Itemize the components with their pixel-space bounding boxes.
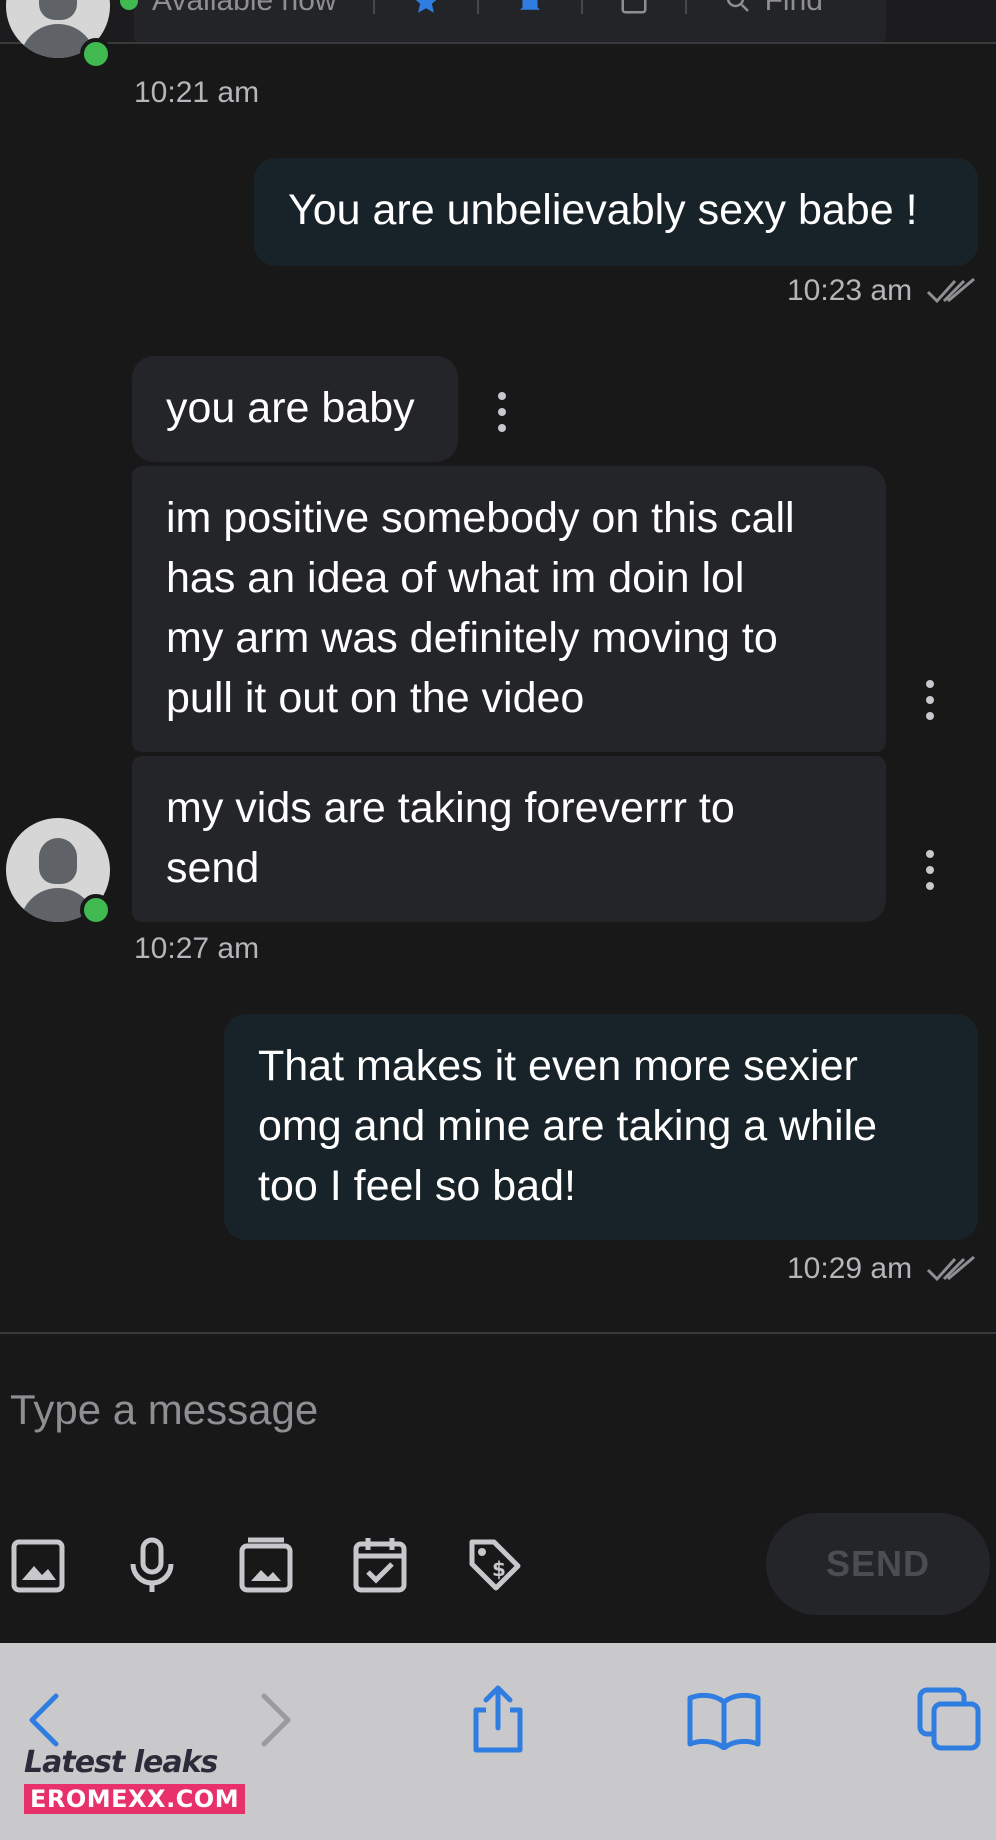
svg-text:$: $ [492,1557,506,1581]
more-options-icon[interactable] [925,680,935,720]
tabs-icon[interactable] [916,1686,982,1752]
watermark-domain: EROMEXX.COM [24,1784,246,1814]
read-receipt-icon [926,277,975,304]
media-icon[interactable] [619,0,649,16]
watermark: Latest leaks EROMEXX.COM [24,1745,246,1814]
calendar-check-icon[interactable] [352,1536,408,1594]
incoming-message[interactable]: im positive somebody on this call has an… [132,466,886,752]
outgoing-message[interactable]: That makes it even more sexier omg and m… [224,1014,978,1240]
find-label[interactable]: Find [765,0,823,18]
header-actions: Available now Find [120,0,823,18]
bookmarks-icon[interactable] [686,1690,762,1750]
forward-icon[interactable] [256,1690,296,1750]
search-icon[interactable] [723,0,753,16]
back-icon[interactable] [24,1690,64,1750]
more-options-icon[interactable] [925,850,935,890]
share-icon[interactable] [468,1684,528,1754]
composer-divider [0,1332,996,1334]
message-timestamp: 10:23 am [787,274,913,307]
message-timestamp: 10:27 am [134,932,260,965]
availability-status[interactable]: Available now [152,0,337,18]
message-timestamp: 10:29 am [787,1252,913,1285]
more-options-icon[interactable] [497,392,507,432]
incoming-message[interactable]: my vids are taking foreverrr to send [132,756,886,922]
price-tag-icon[interactable]: $ [466,1536,522,1594]
image-icon[interactable] [10,1536,66,1594]
read-receipt-icon [926,1255,975,1282]
message-timestamp: 10:21 am [134,76,260,109]
divider [476,0,479,14]
divider [684,0,687,14]
watermark-title: Latest leaks [24,1745,218,1780]
online-status-dot [120,0,138,10]
microphone-icon[interactable] [124,1536,180,1594]
divider [372,0,375,14]
online-indicator [80,38,112,70]
gallery-icon[interactable] [238,1536,294,1594]
star-icon[interactable] [411,0,441,16]
outgoing-message[interactable]: You are unbelievably sexy babe ! [254,158,978,266]
send-button[interactable]: SEND [766,1513,990,1615]
online-indicator [80,894,112,926]
message-input[interactable] [0,1360,720,1460]
chat-header: Available now Find [0,0,996,44]
incoming-message[interactable]: you are baby [132,356,458,462]
divider [580,0,583,14]
bell-icon[interactable] [515,0,545,16]
